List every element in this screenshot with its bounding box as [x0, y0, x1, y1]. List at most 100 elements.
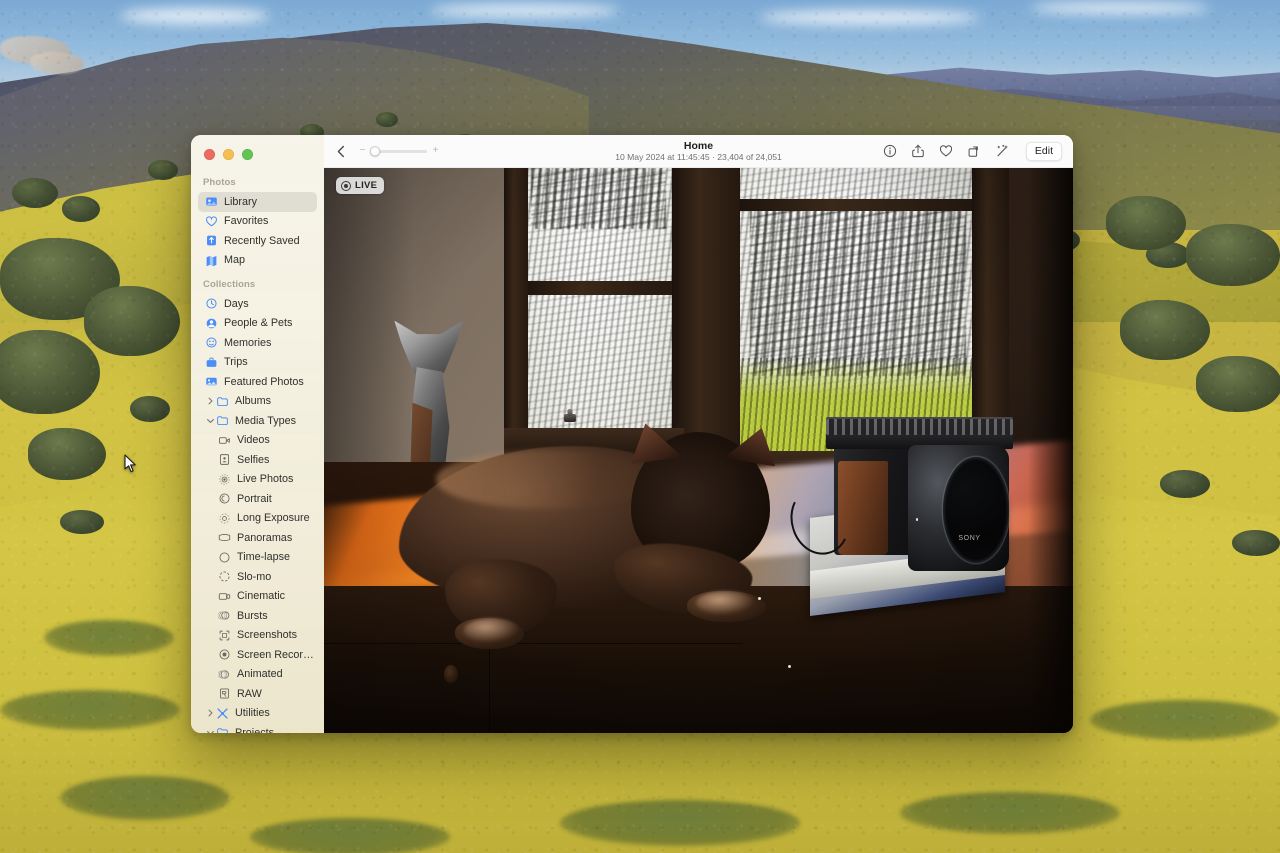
share-icon[interactable]	[911, 144, 926, 159]
sidebar-item-label: Animated	[237, 668, 283, 680]
sidebar-section-header-collections: Collections	[191, 270, 324, 294]
screenshots-icon	[218, 629, 231, 642]
auto-enhance-icon[interactable]	[995, 144, 1010, 159]
sidebar-item-utilities[interactable]: Utilities	[198, 704, 317, 724]
statue-head	[394, 321, 463, 373]
photo-viewport[interactable]: SONY LIVE	[324, 168, 1073, 733]
heart-icon	[205, 215, 218, 228]
sidebar-item-memories[interactable]: Memories	[198, 333, 317, 353]
sidebar-item-label: Featured Photos	[224, 376, 304, 388]
rock-outcrop	[30, 52, 84, 74]
trips-icon	[205, 356, 218, 369]
shrub	[376, 112, 398, 127]
sidebar-item-label: RAW	[237, 688, 262, 700]
close-button[interactable]	[204, 149, 215, 160]
drawer-seam	[489, 643, 490, 733]
rotate-icon[interactable]	[967, 144, 982, 159]
sidebar-item-label: Time-lapse	[237, 551, 290, 563]
sidebar-item-label: Bursts	[237, 610, 268, 622]
sidebar-item-screen-recordings[interactable]: Screen Recordin…	[198, 645, 317, 665]
window-controls[interactable]	[191, 135, 324, 168]
live-photo-badge[interactable]: LIVE	[336, 177, 384, 194]
sidebar-item-panoramas[interactable]: Panoramas	[198, 528, 317, 548]
sidebar-item-screenshots[interactable]: Screenshots	[198, 626, 317, 646]
sidebar-item-label: Videos	[237, 434, 270, 446]
slo-mo-icon	[218, 570, 231, 583]
sidebar-item-projects[interactable]: Projects	[198, 723, 317, 733]
sidebar-item-label: Live Photos	[237, 473, 293, 485]
cat	[399, 428, 863, 654]
zoom-slider-track[interactable]	[371, 150, 427, 153]
sidebar-item-label: Memories	[224, 337, 271, 349]
shrub	[1186, 224, 1280, 286]
sidebar-item-label: Days	[224, 298, 249, 310]
edit-button[interactable]: Edit	[1026, 142, 1062, 161]
raw-icon	[218, 687, 231, 700]
sidebar-item-people-pets[interactable]: People & Pets	[198, 314, 317, 334]
cat-paw-highlight	[464, 618, 520, 643]
camera-lens-front	[943, 457, 1009, 563]
cloud	[1030, 2, 1210, 14]
sidebar-item-days[interactable]: Days	[198, 294, 317, 314]
zoom-button[interactable]	[242, 149, 253, 160]
sidebar-item-live-photos[interactable]: Live Photos	[198, 470, 317, 490]
sidebar-item-label: Panoramas	[237, 532, 292, 544]
sidebar-item-portrait[interactable]: Portrait	[198, 489, 317, 509]
long-exposure-icon	[218, 512, 231, 525]
photo-image: SONY LIVE	[324, 168, 1073, 733]
zoom-slider-thumb[interactable]	[370, 146, 380, 156]
zoom-out-label[interactable]: −	[359, 146, 366, 156]
memories-icon	[205, 336, 218, 349]
chevron-right-icon[interactable]	[206, 709, 215, 718]
sidebar-item-trips[interactable]: Trips	[198, 353, 317, 373]
library-icon	[205, 195, 218, 208]
cloud	[760, 10, 980, 25]
favorite-heart-icon[interactable]	[939, 144, 954, 159]
camera-cage	[826, 419, 1013, 435]
chevron-right-icon[interactable]	[206, 397, 215, 406]
sidebar-item-raw[interactable]: RAW	[198, 684, 317, 704]
sidebar-item-videos[interactable]: Videos	[198, 431, 317, 451]
shrub	[1196, 356, 1280, 412]
sidebar-item-recently-saved[interactable]: Recently Saved	[198, 231, 317, 251]
sidebar-scroll[interactable]: Photos Library Favorites	[191, 168, 324, 733]
sidebar-item-animated[interactable]: Animated	[198, 665, 317, 685]
camera: SONY	[822, 417, 1017, 620]
sidebar-item-slo-mo[interactable]: Slo-mo	[198, 567, 317, 587]
sidebar-item-media-types[interactable]: Media Types	[198, 411, 317, 431]
minimize-button[interactable]	[223, 149, 234, 160]
sidebar-item-favorites[interactable]: Favorites	[198, 212, 317, 232]
zoom-in-label[interactable]: +	[432, 146, 439, 156]
grass-patch	[560, 800, 800, 846]
sidebar-item-long-exposure[interactable]: Long Exposure	[198, 509, 317, 529]
sidebar-item-selfies[interactable]: Selfies	[198, 450, 317, 470]
dust-speck	[916, 518, 919, 521]
live-badge-label: LIVE	[355, 180, 377, 191]
sidebar-item-library[interactable]: Library	[198, 192, 317, 212]
shrub	[62, 196, 100, 222]
sidebar-item-bursts[interactable]: Bursts	[198, 606, 317, 626]
info-icon[interactable]	[883, 144, 898, 159]
sidebar-item-featured-photos[interactable]: Featured Photos	[198, 372, 317, 392]
sidebar-item-albums[interactable]: Albums	[198, 392, 317, 412]
photo-mullion-h	[519, 281, 676, 295]
sidebar-item-label: Albums	[235, 395, 271, 407]
sidebar-item-label: Favorites	[224, 215, 268, 227]
sidebar-item-time-lapse[interactable]: Time-lapse	[198, 548, 317, 568]
shrub	[84, 286, 180, 356]
sidebar-item-label: Long Exposure	[237, 512, 310, 524]
drawer-knob	[444, 665, 458, 683]
sidebar-item-map[interactable]: Map	[198, 251, 317, 271]
zoom-slider[interactable]: − +	[359, 146, 439, 156]
back-button[interactable]	[334, 144, 349, 159]
shrub	[28, 428, 106, 480]
shrub	[1106, 196, 1186, 250]
photo-left-pane	[522, 168, 672, 439]
projects-icon	[216, 726, 229, 733]
shrub	[1232, 530, 1280, 556]
photos-window[interactable]: Photos Library Favorites	[191, 135, 1073, 733]
sidebar-item-cinematic[interactable]: Cinematic	[198, 587, 317, 607]
sidebar-item-label: Utilities	[235, 707, 270, 719]
chevron-down-icon[interactable]	[206, 416, 215, 425]
chevron-down-icon[interactable]	[206, 728, 215, 733]
